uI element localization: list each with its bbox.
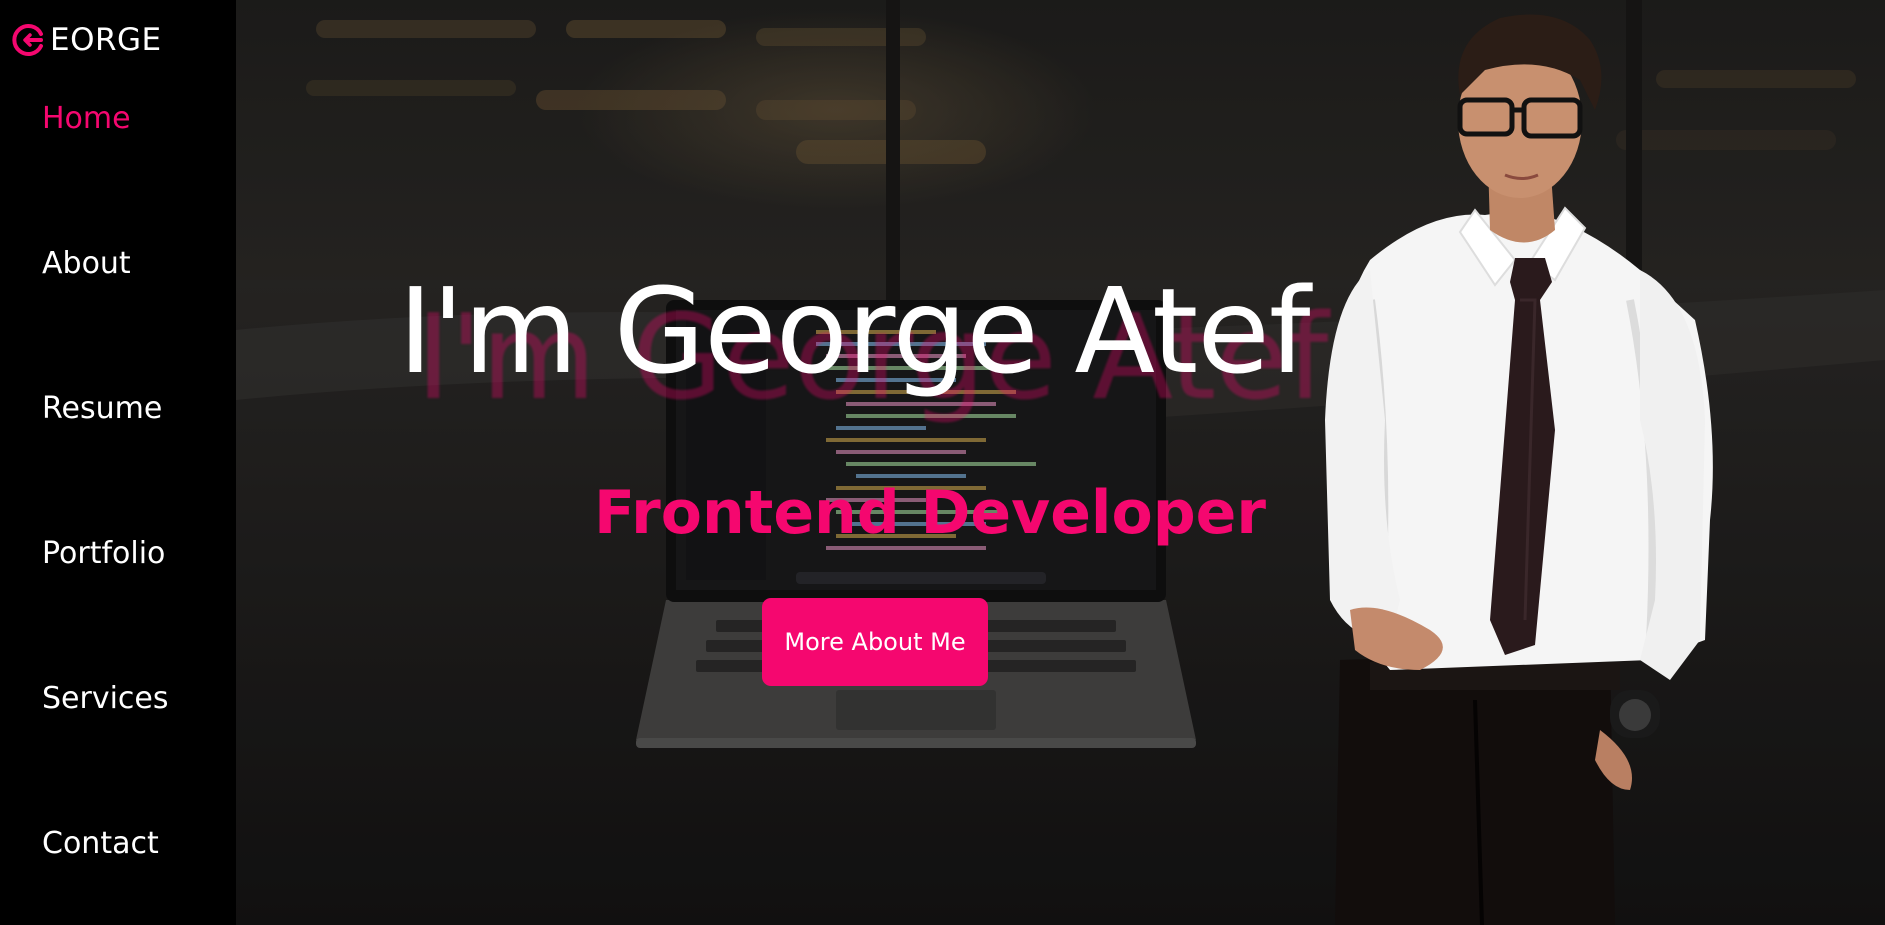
sidebar-item-contact[interactable]: Contact [42, 826, 159, 861]
sidebar: EORGE Home About Resume Portfolio Servic… [0, 0, 236, 925]
hero-title-group: I'm George Atef I'm George Atef [398, 262, 1328, 426]
site-logo[interactable]: EORGE [10, 18, 162, 62]
sidebar-item-home[interactable]: Home [42, 101, 131, 136]
hero-subtitle: Frontend Developer [594, 478, 1266, 548]
sidebar-item-resume[interactable]: Resume [42, 391, 162, 426]
page: I'm George Atef I'm George Atef Frontend… [0, 0, 1885, 925]
logo-text: EORGE [50, 22, 162, 58]
hero-title: I'm George Atef [398, 262, 1310, 400]
profile-portrait-image [1325, 14, 1713, 925]
sidebar-item-services[interactable]: Services [42, 681, 169, 716]
sidebar-item-about[interactable]: About [42, 246, 131, 281]
more-about-me-button[interactable]: More About Me [762, 598, 988, 686]
sidebar-item-portfolio[interactable]: Portfolio [42, 536, 165, 571]
logo-g-icon [12, 24, 43, 56]
